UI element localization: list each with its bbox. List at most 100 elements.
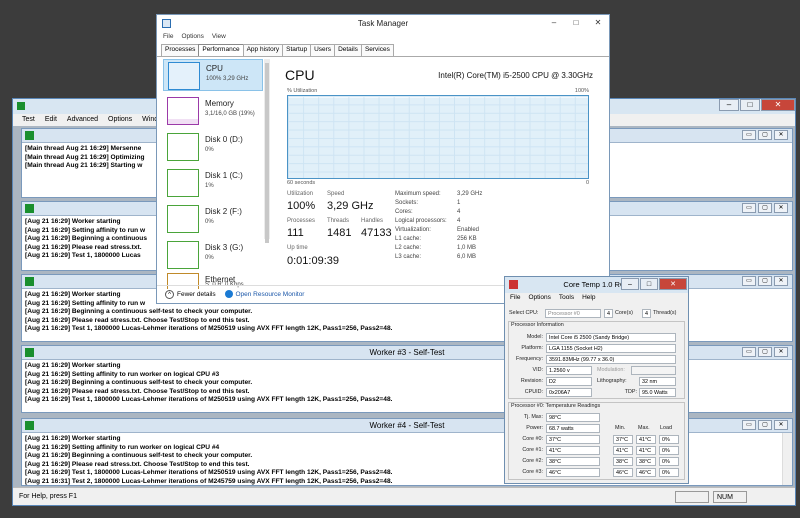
resource-disk-3[interactable]: Disk 3 (G:) 0% <box>163 239 263 271</box>
detail-value: 6,0 MB <box>457 254 477 260</box>
cpu-utilization-graph <box>287 95 589 179</box>
detail-label: L1 cache: <box>395 236 422 242</box>
worker-close-button[interactable]: ✕ <box>774 276 788 286</box>
menu-edit[interactable]: Edit <box>45 114 57 126</box>
tm-maximize-button[interactable]: □ <box>565 15 587 31</box>
tm-minimize-button[interactable]: – <box>543 15 565 31</box>
handles-value: 47133 <box>361 227 392 239</box>
ct-minimize-button[interactable]: – <box>621 278 639 290</box>
resource-name: Disk 1 (C:) <box>205 171 243 180</box>
memory-thumbnail <box>167 97 199 125</box>
detail-label: Virtualization: <box>395 227 431 233</box>
detail-label: L2 cache: <box>395 245 422 251</box>
resource-value: 0% <box>205 255 214 261</box>
speed-value: 3,29 GHz <box>327 200 374 212</box>
detail-label: Cores: <box>395 209 413 215</box>
core-1-min: 41°C <box>613 446 633 455</box>
worker-minimize-button[interactable]: ▭ <box>742 130 756 140</box>
model-value: Intel Core i5 2500 (Sandy Bridge) <box>546 333 676 342</box>
core-temp-window: Core Temp 1.0 RC6 – □ ✕ File Options Too… <box>504 276 689 484</box>
tab-startup[interactable]: Startup <box>282 44 312 56</box>
graph-time-span: 60 seconds <box>287 180 316 186</box>
tm-menu-options[interactable]: Options <box>181 33 203 40</box>
worker-maximize-button[interactable]: ▢ <box>758 276 772 286</box>
detail-value: Enabled <box>457 227 480 233</box>
tm-menu-view[interactable]: View <box>212 33 226 40</box>
detail-label: Maximum speed: <box>395 191 441 197</box>
worker-minimize-button[interactable]: ▭ <box>742 347 756 357</box>
maximize-button[interactable]: □ <box>740 99 760 111</box>
platform-value: LGA 1155 (Socket H2) <box>546 344 676 353</box>
resource-disk-2[interactable]: Disk 2 (F:) 0% <box>163 203 263 235</box>
ct-menu-tools[interactable]: Tools <box>559 294 574 301</box>
core-0-label: Core #0: <box>522 436 543 442</box>
modulation-value <box>631 366 676 375</box>
worker-maximize-button[interactable]: ▢ <box>758 203 772 213</box>
tm-titlebar: Task Manager – □ ✕ <box>157 15 609 33</box>
fewer-details-link[interactable]: Fewer details <box>177 291 216 298</box>
cpu-model: Intel(R) Core(TM) i5-2500 CPU @ 3.30GHz <box>438 71 593 80</box>
tab-services[interactable]: Services <box>360 44 394 56</box>
prime95-app-icon <box>17 102 25 110</box>
ct-close-button[interactable]: ✕ <box>659 278 687 290</box>
status-bar: For Help, press F1 NUM <box>13 487 795 505</box>
worker-maximize-button[interactable]: ▢ <box>758 420 772 430</box>
threads-value: 1481 <box>327 227 352 239</box>
resource-disk-1[interactable]: Disk 1 (C:) 1% <box>163 167 263 199</box>
tab-app-history[interactable]: App history <box>242 44 284 56</box>
resource-name: Disk 0 (D:) <box>205 135 243 144</box>
processes-label: Processes <box>287 218 316 224</box>
worker-close-button[interactable]: ✕ <box>774 203 788 213</box>
menu-advanced[interactable]: Advanced <box>67 114 98 126</box>
ct-menu-options[interactable]: Options <box>528 294 550 301</box>
ct-titlebar: Core Temp 1.0 RC6 – □ ✕ <box>505 277 688 293</box>
tm-body: CPU 100% 3,29 GHz Memory 3,1/16,0 GB (19… <box>157 56 609 303</box>
tab-users[interactable]: Users <box>310 44 336 56</box>
worker-minimize-button[interactable]: ▭ <box>742 203 756 213</box>
worker-icon <box>25 348 34 357</box>
worker-scrollbar[interactable] <box>782 433 792 485</box>
worker-icon <box>25 421 34 430</box>
graph-min: 0 <box>585 180 589 186</box>
worker-icon <box>25 277 34 286</box>
open-resource-monitor-link[interactable]: Open Resource Monitor <box>235 291 304 298</box>
threads-label: Thread(s) <box>653 310 677 316</box>
tm-menu-file[interactable]: File <box>163 33 173 40</box>
core-3-load: 0% <box>659 468 679 477</box>
menu-options[interactable]: Options <box>108 114 132 126</box>
tm-menubar: File Options View <box>163 33 226 40</box>
minimize-button[interactable]: – <box>719 99 739 111</box>
tab-details[interactable]: Details <box>334 44 362 56</box>
status-pane <box>675 491 709 503</box>
core-0-max: 41°C <box>636 435 656 444</box>
core-0-min: 37°C <box>613 435 633 444</box>
worker-close-button[interactable]: ✕ <box>774 420 788 430</box>
tab-processes[interactable]: Processes <box>161 44 200 56</box>
worker-maximize-button[interactable]: ▢ <box>758 347 772 357</box>
close-button[interactable]: ✕ <box>761 99 795 111</box>
ct-menu-file[interactable]: File <box>510 294 520 301</box>
scrollbar-thumb[interactable] <box>265 63 269 243</box>
worker-minimize-button[interactable]: ▭ <box>742 420 756 430</box>
max-header: Max. <box>638 425 650 431</box>
select-cpu-dropdown[interactable]: Processor #0 <box>545 309 601 318</box>
resource-cpu[interactable]: CPU 100% 3,29 GHz <box>163 59 263 91</box>
worker-maximize-button[interactable]: ▢ <box>758 130 772 140</box>
menu-test[interactable]: Test <box>22 114 35 126</box>
worker-close-button[interactable]: ✕ <box>774 130 788 140</box>
worker-minimize-button[interactable]: ▭ <box>742 276 756 286</box>
resource-disk-0[interactable]: Disk 0 (D:) 0% <box>163 131 263 163</box>
detail-value: 3,29 GHz <box>457 191 483 197</box>
ct-menu-help[interactable]: Help <box>582 294 595 301</box>
tjmax-value: 98°C <box>546 413 600 422</box>
ct-maximize-button[interactable]: □ <box>640 278 658 290</box>
tm-close-button[interactable]: ✕ <box>587 15 609 31</box>
chevron-up-icon[interactable]: ^ <box>165 289 174 299</box>
resource-list-scrollbar[interactable] <box>264 59 270 243</box>
worker-close-button[interactable]: ✕ <box>774 347 788 357</box>
worker-icon <box>25 131 34 140</box>
resource-monitor-icon <box>225 290 234 299</box>
core-2-min: 38°C <box>613 457 633 466</box>
core-2-label: Core #2: <box>522 458 543 464</box>
resource-memory[interactable]: Memory 3,1/16,0 GB (19%) <box>163 95 263 127</box>
